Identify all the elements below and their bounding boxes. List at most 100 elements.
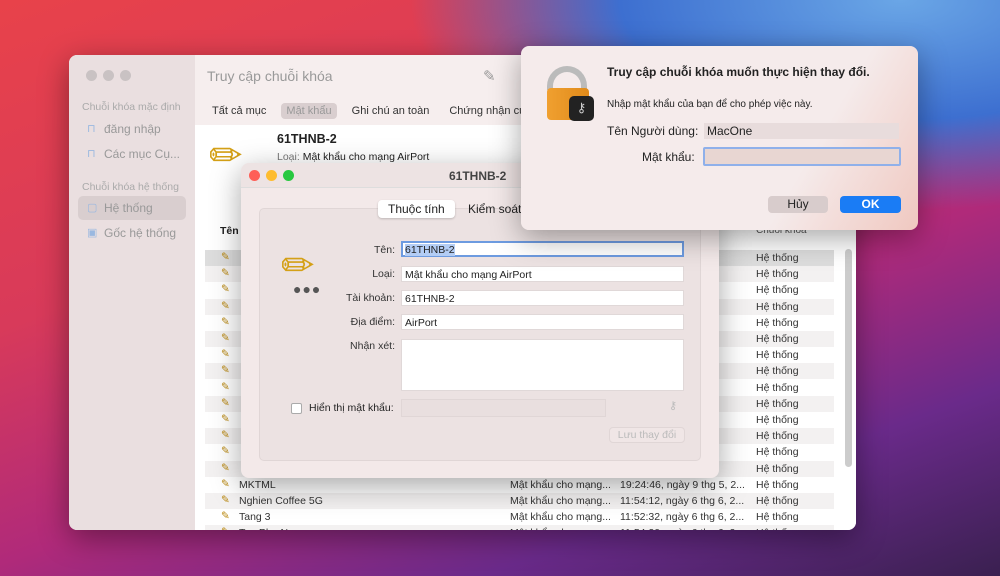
tab-access-control[interactable]: Kiểm soát [468,202,521,216]
pencil-icon: ✎ [221,526,230,530]
cell-c: Hệ thống [756,333,799,345]
cell-n: Tao Pho No [239,527,294,530]
show-password-checkbox[interactable] [291,403,302,414]
where-label: Địa điểm: [350,316,395,328]
cell-c: Hệ thống [756,478,799,491]
cell-c: Hệ thống [756,446,799,459]
keychain-icon: ⚷ [569,96,594,121]
cell-k: Mật khẩu cho mạng... [510,478,611,491]
password-input[interactable] [703,147,901,166]
sidebar-item-local[interactable]: ⊓ Các mục Cụ... [78,142,186,166]
category-tabs: Tất cả mục Mật khẩu Ghi chú an toàn Chứng n… [207,103,561,119]
show-password-label: Hiển thị mật khẩu: [309,402,394,414]
pencil-icon: ✎ [221,494,230,506]
minimize-button[interactable] [266,170,277,181]
comment-field[interactable] [401,339,684,391]
cell-c: Hệ thống [756,316,799,329]
auth-message: Nhập mật khẩu của bạn để cho phép việc n… [607,99,813,110]
cell-d: 11:54:12, ngày 6 thg 6, 2... [620,495,745,507]
cell-d: 19:24:46, ngày 9 thg 5, 2... [620,478,745,491]
table-row[interactable]: ✎ MKTML Mật khẩu cho mạng... 19:24:46, ngày… [205,477,834,493]
sidebar-item-system-roots[interactable]: ▣ Gốc hệ thống [78,221,186,245]
kind-label: Loại: [277,151,300,163]
kind-value: Mật khẩu cho mạng AirPort [302,151,430,163]
table-row[interactable]: ✎ Tang 3 Mật khẩu cho mạng... 11:52:32, ngà… [205,509,834,525]
save-button[interactable]: Lưu thay đổi [609,427,685,443]
cell-c: Hệ thống [756,252,799,264]
sidebar-item-login[interactable]: ⊓ đăng nhập [78,117,186,141]
cell-n: MKTML [239,478,276,491]
lock-icon: ▢ [87,202,98,214]
cell-k: Mật khẩu cho mạng... [510,527,611,530]
cell-d: 11:54:20, ngày 6 thg 6, 2... [620,527,744,530]
padlock-shackle [547,66,587,90]
scrollbar[interactable] [845,249,852,467]
cell-c: Hệ thống [756,495,799,507]
pencil-icon: ✎ [221,267,230,280]
name-field[interactable]: 61THNB-2 [401,241,684,257]
tab-secure-notes[interactable]: Ghi chú an toàn [347,103,435,119]
cell-c: Hệ thống [756,381,799,394]
pencil-icon: ✎ [221,510,230,523]
name-value: 61THNB-2 [405,244,455,256]
pencil-icon: ✎ [221,477,230,490]
cell-k: Mật khẩu cho mạng... [510,511,611,524]
cell-d: 11:52:32, ngày 6 thg 6, 2... [620,511,745,524]
tab-all[interactable]: Tất cả mục [207,103,271,119]
pencil-icon: ✎ [221,315,230,328]
cabinet-icon: ▣ [87,227,98,239]
unlock-icon: ⊓ [87,123,96,135]
cancel-button[interactable]: Hủy [768,196,828,213]
pencil-icon: ✎ [221,413,230,425]
comment-label: Nhận xét: [350,340,395,352]
pencil-icon: ✎ [221,380,230,393]
tab-passwords[interactable]: Mật khẩu [281,103,337,119]
close-button[interactable] [249,170,260,181]
pencil-icon: ✎ [221,364,230,377]
table-row[interactable]: ✎ Nghien Coffee 5G Mật khẩu cho mạng... 11:… [205,493,834,509]
cell-c: Hệ thống [756,300,799,313]
where-field[interactable]: AirPort [401,314,684,330]
pencil-icon: ✎ [221,429,230,442]
traffic-lights [249,170,300,184]
pencil-icon: ✏ [209,134,243,178]
username-field[interactable]: MacOne [704,123,899,139]
auth-title: Truy cập chuỗi khóa muốn thực hiện thay … [607,65,870,79]
cell-c: Hệ thống [756,397,799,410]
table-row[interactable]: ✎ Tao Pho No Mật khẩu cho mạng... 11:54:20,… [205,525,834,530]
tab-attributes[interactable]: Thuộc tính [378,200,455,218]
cell-c: Hệ thống [756,414,799,426]
unlock-icon: ⊓ [87,148,96,160]
window-controls[interactable] [86,70,137,84]
column-name[interactable]: Tên [220,225,239,237]
pencil-icon: ✎ [221,332,230,344]
key-icon[interactable]: ⚷ [669,399,677,412]
zoom-button[interactable] [283,170,294,181]
pencil-icon: ✎ [221,396,230,409]
kind-field[interactable]: Mật khẩu cho mạng AirPort [401,266,684,282]
ok-button[interactable]: OK [840,196,901,213]
name-label: Tên: [373,244,395,256]
compose-icon[interactable]: ✎ [483,67,496,85]
sidebar-section: Chuỗi khóa mặc định [82,101,181,113]
cell-c: Hệ thống [756,462,799,475]
pencil-icon: ✎ [221,445,230,458]
sidebar-section: Chuỗi khóa hệ thống [82,181,179,193]
pencil-icon: ✎ [221,299,230,312]
cell-n: Nghien Coffee 5G [239,495,323,507]
cell-c: Hệ thống [756,430,799,443]
pencil-icon: ✎ [221,283,230,296]
sidebar-item-system[interactable]: ▢ Hệ thống [78,196,186,220]
cell-c: Hệ thống [756,284,799,297]
account-field[interactable]: 61THNB-2 [401,290,684,306]
kind-label: Loại: [372,268,395,280]
password-field [401,399,606,417]
username-label: Tên Người dùng: [607,124,699,138]
password-label: Mật khẩu: [642,150,695,164]
cell-k: Mật khẩu cho mạng... [510,495,611,507]
account-label: Tài khoản: [345,292,395,304]
cell-c: Hệ thống [756,349,799,362]
pencil-icon: ✎ [221,251,230,263]
window-title: Truy cập chuỗi khóa [207,68,333,84]
pencil-icon: ✎ [221,461,230,474]
